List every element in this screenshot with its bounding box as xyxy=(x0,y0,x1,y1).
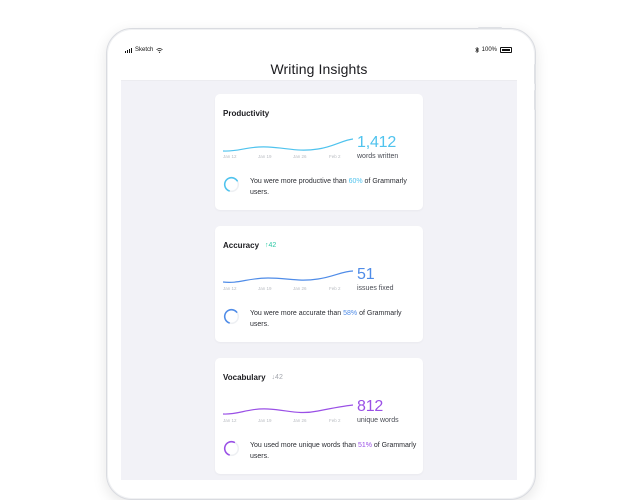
percentile-value: 58% xyxy=(343,310,358,317)
volume-up-button xyxy=(534,64,536,84)
words-written-value: 1,412 xyxy=(357,134,397,151)
vocabulary-card[interactable]: Vocabulary ↓42 Jan 12 Jan 19 Jan 26 Feb … xyxy=(215,358,423,474)
card-header: Productivity xyxy=(223,109,269,118)
bluetooth-icon xyxy=(474,47,479,53)
percentile-message: You used more unique words than 51% of G… xyxy=(250,440,418,462)
date-label: Jan 26 xyxy=(293,154,307,159)
productivity-trend-chart xyxy=(223,138,353,152)
percentile-message: You were more accurate than 58% of Gramm… xyxy=(250,308,418,330)
accuracy-trend-chart xyxy=(223,270,353,284)
percentile-ring-icon xyxy=(223,176,240,193)
page-title: Writing Insights xyxy=(270,60,368,77)
battery-icon xyxy=(500,47,512,53)
words-written-label: words written xyxy=(357,153,399,160)
accuracy-card[interactable]: Accuracy ↑42 Jan 12 Jan 19 Jan 26 Feb 2 … xyxy=(215,226,423,342)
card-title: Vocabulary xyxy=(223,373,266,382)
unique-words-label: unique words xyxy=(357,417,399,424)
issues-fixed-label: issues fixed xyxy=(357,285,394,292)
message-text: You were more accurate than xyxy=(250,310,344,317)
issues-fixed-value: 51 xyxy=(357,266,375,283)
vocabulary-trend-chart xyxy=(223,404,353,415)
status-left: Sketch xyxy=(125,47,164,53)
percentile-ring-icon xyxy=(223,440,240,457)
percentile-value: 51% xyxy=(357,442,372,449)
trend-down-indicator: ↓42 xyxy=(271,374,283,381)
date-label: Jan 12 xyxy=(223,154,237,159)
screen: Sketch 100% Writing Insights Productivit… xyxy=(121,43,517,480)
productivity-card[interactable]: Productivity Jan 12 Jan 19 Jan 26 Feb 2 … xyxy=(215,94,423,210)
message-text: You were more productive than xyxy=(250,178,349,185)
percentile-ring-icon xyxy=(223,308,240,325)
signal-icon xyxy=(125,47,132,53)
battery-percent: 100% xyxy=(481,47,497,53)
card-title: Productivity xyxy=(223,109,270,118)
date-label: Jan 26 xyxy=(293,286,307,291)
card-title: Accuracy xyxy=(223,241,260,250)
date-label: Jan 19 xyxy=(258,154,272,159)
date-label: Feb 2 xyxy=(329,154,341,159)
accuracy-trend-line xyxy=(223,270,353,284)
date-label: Jan 19 xyxy=(258,418,272,423)
date-label: Jan 19 xyxy=(258,286,272,291)
date-label: Jan 12 xyxy=(223,418,237,423)
productivity-trend-line xyxy=(223,138,353,152)
power-button xyxy=(478,27,502,29)
unique-words-value: 812 xyxy=(357,398,384,415)
status-right: 100% xyxy=(474,47,512,53)
trend-up-indicator: ↑42 xyxy=(265,242,277,249)
percentile-value: 60% xyxy=(348,178,363,185)
vocabulary-trend-line xyxy=(223,404,353,415)
card-header: Vocabulary ↓42 xyxy=(223,373,283,382)
date-label: Feb 2 xyxy=(329,418,341,423)
date-label: Jan 12 xyxy=(223,286,237,291)
card-header: Accuracy ↑42 xyxy=(223,241,276,250)
carrier-name: Sketch xyxy=(135,47,154,53)
volume-down-button xyxy=(534,90,536,110)
wifi-icon xyxy=(156,47,164,53)
percentile-message: You were more productive than 60% of Gra… xyxy=(250,176,418,198)
date-label: Jan 26 xyxy=(293,418,307,423)
nav-bar: Writing Insights xyxy=(121,57,517,81)
status-bar: Sketch 100% xyxy=(121,43,517,57)
message-text: You used more unique words than xyxy=(250,442,358,449)
date-label: Feb 2 xyxy=(329,286,341,291)
